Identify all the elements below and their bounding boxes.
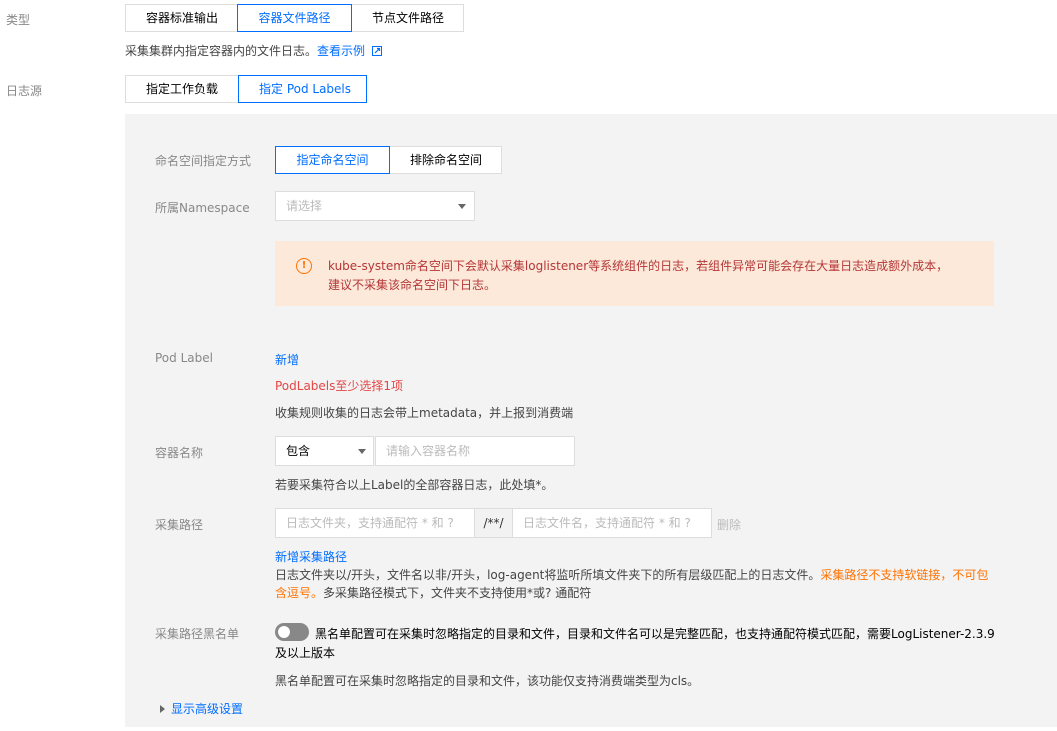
namespace-mode-segmented: 指定命名空间 排除命名空间 <box>275 146 502 174</box>
namespace-select[interactable]: 请选择 <box>275 191 475 221</box>
delete-path-button[interactable]: 删除 <box>717 516 741 533</box>
pod-label-error: PodLabels至少选择1项 <box>275 379 404 393</box>
collect-path-hint: 日志文件夹以/开头，文件名以非/开头，log-agent将监听所填文件夹下的所有… <box>275 566 997 602</box>
add-pod-label-link[interactable]: 新增 <box>275 351 299 368</box>
container-name-hint: 若要采集符合以上Label的全部容器日志，此处填*。 <box>275 478 554 492</box>
container-name-input[interactable]: 请输入容器名称 <box>375 436 575 466</box>
warning-icon: ! <box>296 258 312 274</box>
blacklist-label: 采集路径黑名单 <box>155 627 240 641</box>
caret-right-icon <box>160 705 165 713</box>
container-name-match-value: 包含 <box>286 444 311 458</box>
type-label: 类型 <box>6 13 31 27</box>
namespace-mode-include[interactable]: 指定命名空间 <box>275 146 390 174</box>
path-separator-text: /**/ <box>483 516 504 530</box>
show-advanced-settings[interactable]: 显示高级设置 <box>160 700 243 717</box>
show-advanced-settings-label: 显示高级设置 <box>171 702 244 716</box>
collect-path-hint-prefix: 日志文件夹以/开头，文件名以非/开头，log-agent将监听所填文件夹下的所有… <box>275 568 821 582</box>
namespace-mode-exclude[interactable]: 排除命名空间 <box>389 146 502 174</box>
external-link-icon[interactable] <box>371 45 382 59</box>
type-option-stdout[interactable]: 容器标准输出 <box>125 4 238 32</box>
log-dir-input[interactable]: 日志文件夹，支持通配符 * 和 ? <box>275 508 475 538</box>
log-file-placeholder: 日志文件名，支持通配符 * 和 ? <box>523 516 691 530</box>
log-file-input[interactable]: 日志文件名，支持通配符 * 和 ? <box>512 508 712 538</box>
log-dir-placeholder: 日志文件夹，支持通配符 * 和 ? <box>286 516 454 530</box>
namespace-select-placeholder: 请选择 <box>286 199 323 213</box>
type-option-node-file[interactable]: 节点文件路径 <box>351 4 464 32</box>
add-collect-path-link[interactable]: 新增采集路径 <box>275 548 347 565</box>
container-name-label: 容器名称 <box>155 446 204 460</box>
collect-path-label: 采集路径 <box>155 518 204 532</box>
collect-path-hint-suffix: 多采集路径模式下，文件夹不支持使用*或? 通配符 <box>323 586 592 600</box>
type-description: 采集集群内指定容器内的文件日志。查看示例 <box>125 42 382 59</box>
path-separator: /**/ <box>474 508 513 538</box>
namespace-label: 所属Namespace <box>155 201 250 215</box>
log-source-segmented: 指定工作负载 指定 Pod Labels <box>125 75 367 103</box>
alert-text: kube-system命名空间下会默认采集loglistener等系统组件的日志… <box>328 259 949 292</box>
blacklist-toggle-text: 黑名单配置可在采集时忽略指定的目录和文件，目录和文件名可以是完整匹配，也支持通配… <box>275 627 995 660</box>
type-option-container-file[interactable]: 容器文件路径 <box>237 4 352 32</box>
log-source-option-workload[interactable]: 指定工作负载 <box>125 75 239 103</box>
view-example-link[interactable]: 查看示例 <box>317 44 365 58</box>
pod-label-label: Pod Label <box>155 351 213 365</box>
kube-system-warning-alert: ! kube-system命名空间下会默认采集loglistener等系统组件的… <box>275 241 994 306</box>
namespace-chevron-down-icon <box>458 204 466 209</box>
type-description-text: 采集集群内指定容器内的文件日志。 <box>125 44 318 58</box>
namespace-mode-label: 命名空间指定方式 <box>155 154 252 168</box>
log-source-option-pod-labels[interactable]: 指定 Pod Labels <box>238 75 367 103</box>
type-segmented: 容器标准输出 容器文件路径 节点文件路径 <box>125 4 464 32</box>
pod-label-hint: 收集规则收集的日志会带上metadata，并上报到消费端 <box>275 406 574 420</box>
log-source-label: 日志源 <box>6 84 43 98</box>
container-name-placeholder: 请输入容器名称 <box>386 444 471 458</box>
blacklist-hint: 黑名单配置可在采集时忽略指定的目录和文件，该功能仅支持消费端类型为cls。 <box>275 674 700 688</box>
container-match-chevron-down-icon <box>358 449 366 454</box>
